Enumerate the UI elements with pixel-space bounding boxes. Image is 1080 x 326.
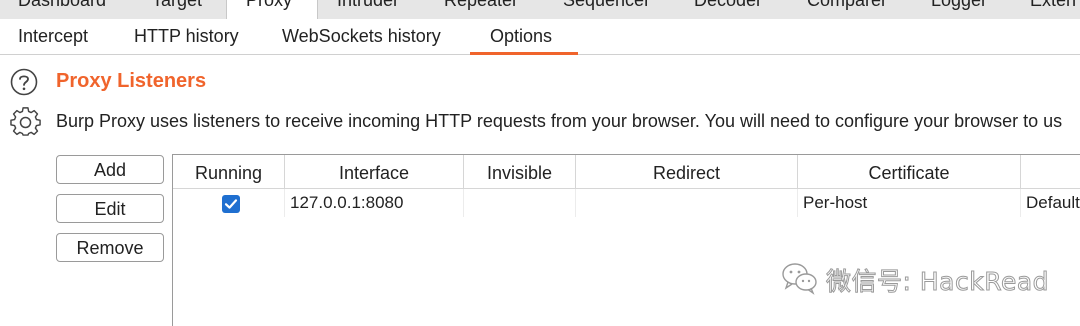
watermark-text: 微信号: HackRead — [825, 267, 1050, 297]
cell-interface: 127.0.0.1:8080 — [285, 189, 464, 217]
proxy-listeners-table[interactable]: Running Interface Invisible Redirect Cer… — [172, 154, 1080, 326]
cell-extra: Default — [1026, 193, 1080, 212]
wechat-icon — [782, 263, 817, 295]
tab-comparer[interactable]: Comparer — [807, 0, 887, 11]
tab-repeater[interactable]: Repeater — [444, 0, 518, 11]
active-tab-indicator — [470, 52, 578, 55]
column-header-certificate[interactable]: Certificate — [798, 155, 1021, 189]
edit-button[interactable]: Edit — [56, 194, 164, 223]
remove-button[interactable]: Remove — [56, 233, 164, 262]
column-header-redirect[interactable]: Redirect — [576, 155, 798, 189]
sub-tab-bar: Intercept HTTP history WebSockets histor… — [0, 19, 1080, 55]
tab-intercept[interactable]: Intercept — [18, 26, 88, 47]
column-header-extra[interactable] — [1021, 155, 1080, 189]
gear-icon[interactable] — [10, 106, 42, 138]
section-description: Burp Proxy uses listeners to receive inc… — [56, 111, 1063, 131]
tab-proxy[interactable]: Proxy — [246, 0, 292, 11]
column-header-running[interactable]: Running — [173, 155, 285, 189]
tab-websockets-history[interactable]: WebSockets history — [282, 26, 441, 47]
tab-decoder[interactable]: Decoder — [694, 0, 762, 11]
tab-dashboard[interactable]: Dashboard — [18, 0, 106, 11]
column-header-interface[interactable]: Interface — [285, 155, 464, 189]
add-button[interactable]: Add — [56, 155, 164, 184]
help-circle-icon[interactable] — [10, 68, 38, 96]
cell-certificate: Per-host — [798, 189, 1021, 217]
tab-sequencer[interactable]: Sequencer — [563, 0, 650, 11]
main-tab-bar: Dashboard Target Proxy Intruder Repeater… — [0, 0, 1080, 20]
check-icon — [224, 199, 238, 209]
tab-extender[interactable]: Exten — [1030, 0, 1076, 11]
section-title: Proxy Listeners — [56, 70, 207, 92]
column-header-invisible[interactable]: Invisible — [464, 155, 576, 189]
tab-target[interactable]: Target — [152, 0, 202, 11]
cell-redirect — [576, 189, 798, 217]
running-checkbox[interactable] — [222, 195, 240, 213]
tab-options[interactable]: Options — [490, 26, 552, 47]
cell-invisible — [464, 189, 576, 217]
tab-logger[interactable]: Logger — [931, 0, 987, 11]
tab-http-history[interactable]: HTTP history — [134, 26, 239, 47]
tab-intruder[interactable]: Intruder — [337, 0, 399, 11]
